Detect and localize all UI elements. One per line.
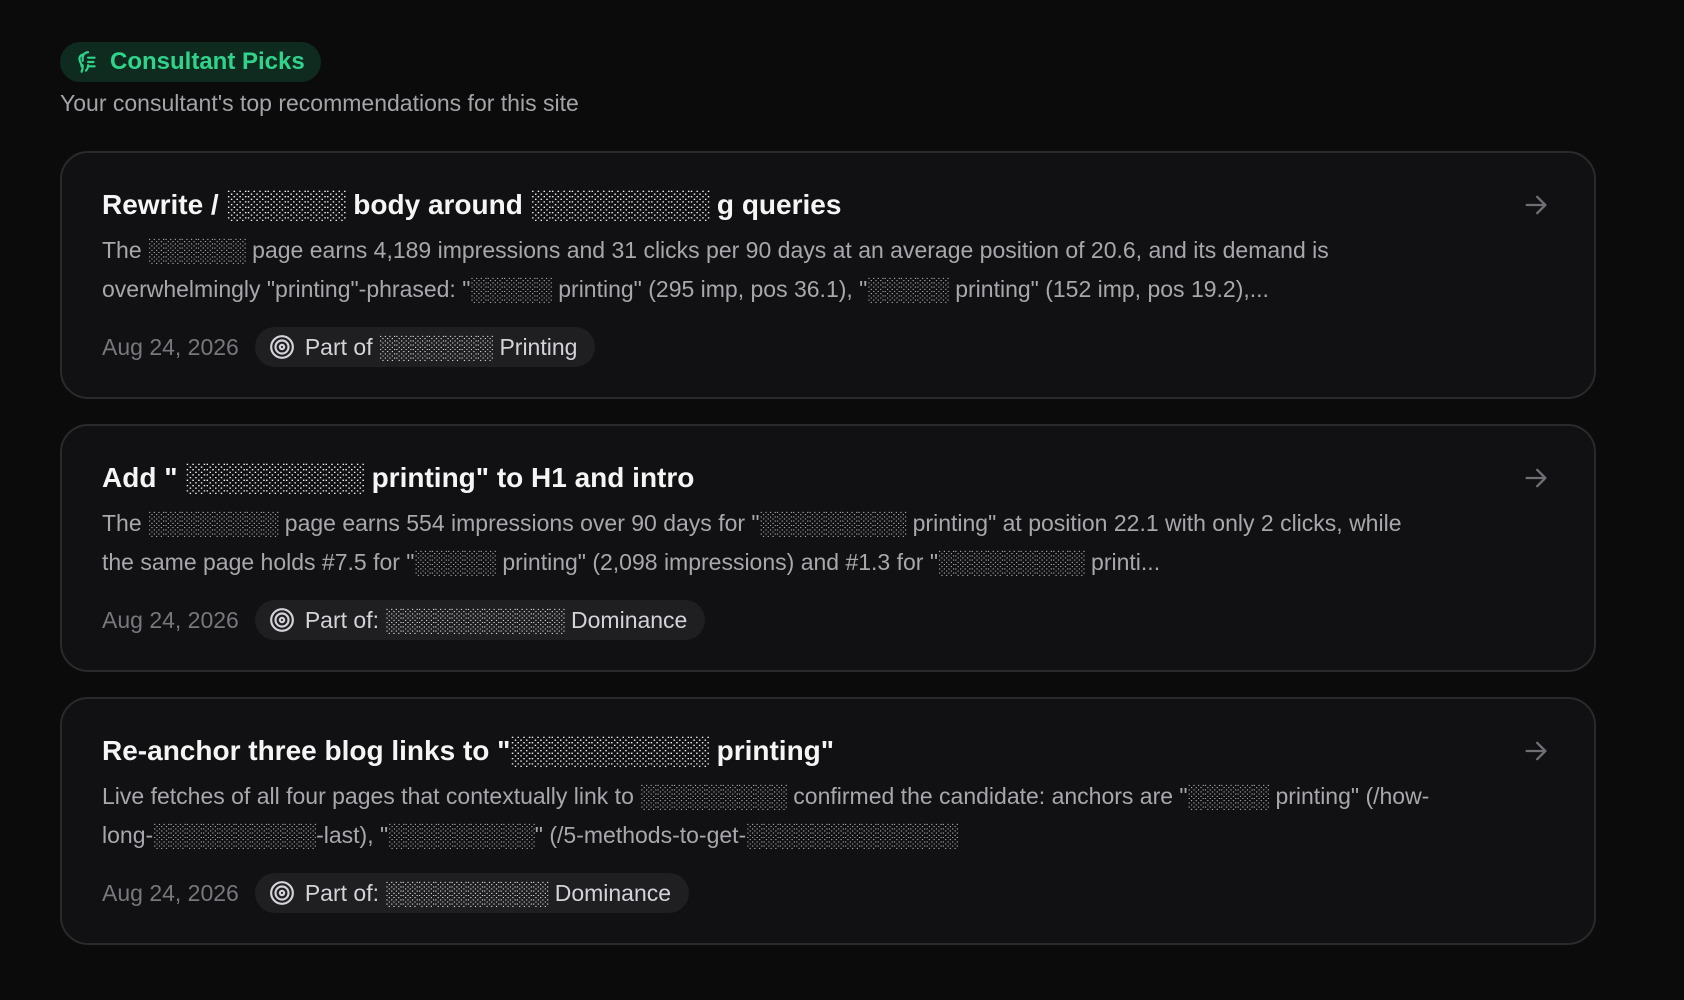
card-title: Add " ░░░░░░░░░ printing" to H1 and intr…	[102, 462, 695, 493]
card-footer: Aug 24, 2026 Part of: ░░░░░░░░░░ Dominan…	[102, 873, 1434, 913]
arrow-right-icon[interactable]	[1522, 191, 1550, 219]
arrow-right-icon[interactable]	[1522, 464, 1550, 492]
part-of-pill[interactable]: Part of: ░░░░░░░░░░ Dominance	[254, 873, 690, 913]
part-of-pill[interactable]: Part of: ░░░░░░░░░░░ Dominance	[254, 600, 706, 640]
target-icon	[269, 880, 295, 906]
card-description: Live fetches of all four pages that cont…	[102, 783, 1430, 848]
card-footer: Aug 24, 2026 Part of: ░░░░░░░░░░░ Domina…	[102, 600, 1434, 640]
part-of-pill[interactable]: Part of ░░░░░░░ Printing	[254, 327, 596, 367]
consultant-picks-badge: Consultant Picks	[60, 42, 321, 82]
card-description: The ░░░░░░ page earns 4,189 impressions …	[102, 237, 1329, 302]
card-title: Re-anchor three blog links to "░░░░░░░░░…	[102, 735, 835, 766]
arrow-right-icon[interactable]	[1522, 737, 1550, 765]
part-of-label: Part of: ░░░░░░░░░░░ Dominance	[304, 606, 688, 633]
target-icon	[269, 607, 295, 633]
card-date: Aug 24, 2026	[102, 879, 239, 906]
consultant-picks-section: Consultant Picks Your consultant's top r…	[60, 42, 1596, 970]
consultant-picks-icon	[74, 49, 100, 75]
badge-label: Consultant Picks	[110, 48, 305, 75]
card-description: The ░░░░░░░░ page earns 554 impressions …	[102, 510, 1402, 575]
card-title: Rewrite / ░░░░░░ body around ░░░░░░░░░ g…	[102, 189, 842, 220]
recommendation-card[interactable]: Rewrite / ░░░░░░ body around ░░░░░░░░░ g…	[60, 151, 1596, 399]
part-of-label: Part of ░░░░░░░ Printing	[304, 333, 578, 360]
target-icon	[269, 334, 295, 360]
card-date: Aug 24, 2026	[102, 333, 239, 360]
recommendation-list: Rewrite / ░░░░░░ body around ░░░░░░░░░ g…	[60, 151, 1596, 945]
recommendation-card[interactable]: Re-anchor three blog links to "░░░░░░░░░…	[60, 697, 1596, 945]
section-subtitle: Your consultant's top recommendations fo…	[60, 90, 579, 116]
recommendation-card[interactable]: Add " ░░░░░░░░░ printing" to H1 and intr…	[60, 424, 1596, 672]
card-footer: Aug 24, 2026 Part of ░░░░░░░ Printing	[102, 327, 1434, 367]
card-date: Aug 24, 2026	[102, 606, 239, 633]
part-of-label: Part of: ░░░░░░░░░░ Dominance	[304, 879, 672, 906]
